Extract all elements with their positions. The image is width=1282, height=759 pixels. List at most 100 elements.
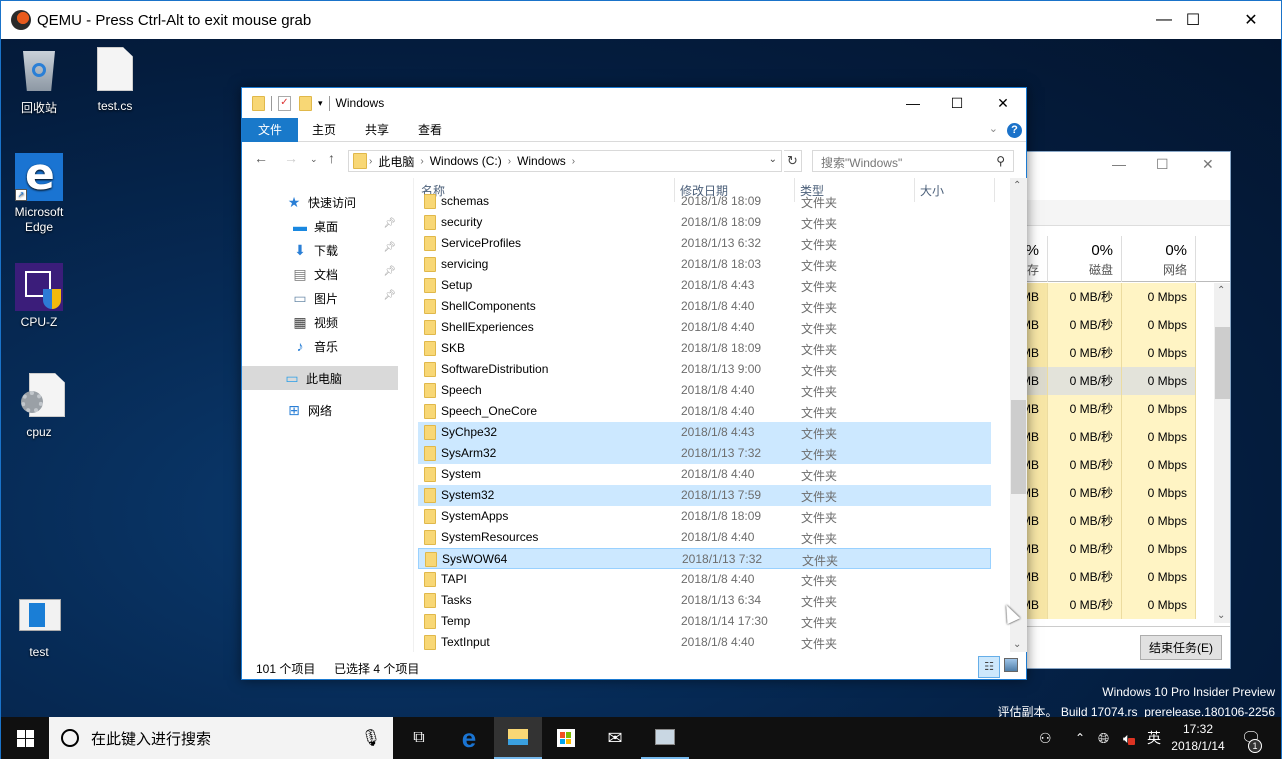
start-button[interactable] <box>1 717 49 759</box>
tm-minimize-button[interactable]: — <box>1112 156 1126 172</box>
sidebar-item[interactable]: ★ 快速访问 <box>242 190 398 214</box>
qemu-close-button[interactable]: ✕ <box>1222 1 1280 39</box>
tm-process-row[interactable]: MB 0 MB/秒 0 Mbps <box>1002 507 1214 535</box>
file-row[interactable]: schemas 2018/1/8 18:09 文件夹 <box>418 191 991 212</box>
help-icon[interactable]: ? <box>1007 123 1022 138</box>
customize-toolbar-icon[interactable]: ▾ <box>318 98 323 109</box>
tm-process-row[interactable]: MB 0 MB/秒 0 Mbps <box>1002 339 1214 367</box>
task-view-button[interactable]: ⧉ <box>395 717 443 759</box>
clock[interactable]: 17:32 2018/1/14 <box>1163 721 1233 755</box>
sidebar-item[interactable]: ▦ 视频 <box>242 310 398 334</box>
tm-scrollbar[interactable]: ⌃ ⌄ <box>1214 283 1230 623</box>
explorer-minimize-button[interactable]: — <box>890 88 936 118</box>
ime-indicator[interactable]: 英 <box>1147 717 1161 759</box>
tm-process-row[interactable]: MB 0 MB/秒 0 Mbps <box>1002 283 1214 311</box>
tm-process-row[interactable]: MB 0 MB/秒 0 Mbps <box>1002 563 1214 591</box>
sidebar-item[interactable]: ▭ 图片 📌︎ <box>242 286 398 310</box>
address-dropdown-icon[interactable]: ⌄ <box>769 154 777 165</box>
chevron-right-icon[interactable]: › <box>508 156 511 167</box>
explorer-maximize-button[interactable]: ☐ <box>934 88 980 118</box>
breadcrumb-drive[interactable]: Windows (C:) <box>430 154 502 168</box>
network-status-icon[interactable]: 🌐︎ <box>1098 717 1109 759</box>
sidebar-item[interactable]: ▭ 此电脑 <box>242 366 398 390</box>
sidebar-item[interactable]: ⬇ 下载 📌︎ <box>242 238 398 262</box>
breadcrumb-this-pc[interactable]: 此电脑 <box>378 153 414 170</box>
sidebar-item[interactable]: ▬ 桌面 📌︎ <box>242 214 398 238</box>
recent-locations-button[interactable]: ⌄ <box>310 154 318 165</box>
file-row[interactable]: SKB 2018/1/8 18:09 文件夹 <box>418 338 991 359</box>
desktop-icon-recycle-bin[interactable]: 回收站 <box>1 47 77 116</box>
tm-col-network[interactable]: 0% 网络 <box>1122 236 1196 282</box>
volume-muted-icon[interactable]: 🔈︎ <box>1123 717 1136 759</box>
file-row[interactable]: TextInput 2018/1/8 4:40 文件夹 <box>418 632 991 652</box>
file-row[interactable]: System 2018/1/8 4:40 文件夹 <box>418 464 991 485</box>
address-bar[interactable]: › 此电脑 › Windows (C:) › Windows › ⌄ <box>348 150 782 172</box>
file-row[interactable]: ServiceProfiles 2018/1/13 6:32 文件夹 <box>418 233 991 254</box>
taskbar-store[interactable] <box>542 717 590 759</box>
tm-col-disk[interactable]: 0% 磁盘 <box>1048 236 1122 282</box>
file-row[interactable]: Temp 2018/1/14 17:30 文件夹 <box>418 611 991 632</box>
file-row[interactable]: ShellComponents 2018/1/8 4:40 文件夹 <box>418 296 991 317</box>
tm-process-row[interactable]: MB 0 MB/秒 0 Mbps <box>1002 451 1214 479</box>
file-list-scrollbar[interactable]: ⌃ ⌄ <box>1010 178 1027 652</box>
tab-share[interactable]: 共享 <box>351 118 403 142</box>
tm-process-row[interactable]: MB 0 MB/秒 0 Mbps <box>1002 367 1214 395</box>
show-hidden-icons-button[interactable]: ⌃ <box>1075 717 1085 759</box>
file-row[interactable]: ShellExperiences 2018/1/8 4:40 文件夹 <box>418 317 991 338</box>
tm-process-row[interactable]: MB 0 MB/秒 0 Mbps <box>1002 423 1214 451</box>
tab-view[interactable]: 查看 <box>404 118 456 142</box>
task-manager-title-bar[interactable]: — ☐ ✕ <box>1002 152 1230 180</box>
desktop-icon-cpuz-config[interactable]: cpuz <box>1 373 77 439</box>
file-row[interactable]: Setup 2018/1/8 4:43 文件夹 <box>418 275 991 296</box>
file-row[interactable]: SyChpe32 2018/1/8 4:43 文件夹 <box>418 422 991 443</box>
sidebar-item[interactable]: ⊞ 网络 <box>242 398 398 422</box>
file-row[interactable]: Speech_OneCore 2018/1/8 4:40 文件夹 <box>418 401 991 422</box>
tm-process-row[interactable]: MB 0 MB/秒 0 Mbps <box>1002 479 1214 507</box>
taskbar-search-box[interactable]: 在此键入进行搜索 🎙︎ <box>49 717 393 759</box>
chevron-right-icon[interactable]: › <box>420 156 423 167</box>
tm-process-row[interactable]: MB 0 MB/秒 0 Mbps <box>1002 591 1214 619</box>
file-row[interactable]: SoftwareDistribution 2018/1/13 9:00 文件夹 <box>418 359 991 380</box>
search-icon[interactable]: ⚲ <box>996 154 1005 168</box>
taskbar-edge[interactable]: e <box>445 717 493 759</box>
desktop-icon-test-cs[interactable]: test.cs <box>77 47 153 113</box>
file-row[interactable]: security 2018/1/8 18:09 文件夹 <box>418 212 991 233</box>
pin-icon[interactable]: 📌︎ <box>383 218 396 229</box>
search-input[interactable]: 搜索"Windows" ⚲ <box>812 150 1014 172</box>
large-icons-view-button[interactable] <box>1004 658 1018 672</box>
forward-button[interactable]: → <box>284 150 298 166</box>
cortana-icon[interactable] <box>61 729 79 747</box>
action-center-icon[interactable]: 🗨︎ <box>1241 717 1261 759</box>
explorer-close-button[interactable]: ✕ <box>980 88 1026 118</box>
file-row[interactable]: TAPI 2018/1/8 4:40 文件夹 <box>418 569 991 590</box>
taskbar-task-manager[interactable] <box>641 717 689 759</box>
tm-close-button[interactable]: ✕ <box>1202 156 1214 173</box>
file-row[interactable]: servicing 2018/1/8 18:03 文件夹 <box>418 254 991 275</box>
refresh-button[interactable]: ↻ <box>784 150 802 172</box>
scroll-up-icon[interactable]: ⌃ <box>1013 180 1021 191</box>
chevron-right-icon[interactable]: › <box>369 156 372 167</box>
sidebar-item[interactable]: ▤ 文档 📌︎ <box>242 262 398 286</box>
up-button[interactable]: ↑ <box>328 150 335 166</box>
end-task-button[interactable]: 结束任务(E) <box>1140 635 1222 660</box>
tm-process-row[interactable]: MB 0 MB/秒 0 Mbps <box>1002 311 1214 339</box>
task-manager-window[interactable]: — ☐ ✕ 9% 内存 0% 磁盘 0% 网络 MB0 MB/秒0 MbpsMB… <box>1001 151 1231 669</box>
scroll-down-icon[interactable]: ⌄ <box>1217 610 1225 621</box>
tm-scroll-thumb[interactable] <box>1215 327 1230 399</box>
scroll-up-icon[interactable]: ⌃ <box>1217 285 1225 296</box>
qemu-maximize-button[interactable]: ☐ <box>1164 1 1222 39</box>
file-row[interactable]: SystemResources 2018/1/8 4:40 文件夹 <box>418 527 991 548</box>
breadcrumb-windows[interactable]: Windows <box>517 154 566 168</box>
tm-process-row[interactable]: MB 0 MB/秒 0 Mbps <box>1002 395 1214 423</box>
file-row[interactable]: System32 2018/1/13 7:59 文件夹 <box>418 485 991 506</box>
microphone-icon[interactable]: 🎙︎ <box>361 728 381 748</box>
pin-icon[interactable]: 📌︎ <box>383 242 396 253</box>
new-folder-icon[interactable] <box>299 95 312 111</box>
file-row[interactable]: SysWOW64 2018/1/13 7:32 文件夹 <box>418 548 991 569</box>
people-icon[interactable]: ⚇ <box>1039 717 1052 759</box>
explorer-title-bar[interactable]: ✓ ▾ Windows — ☐ ✕ <box>242 88 1026 118</box>
tm-maximize-button[interactable]: ☐ <box>1156 156 1169 173</box>
file-row[interactable]: Tasks 2018/1/13 6:34 文件夹 <box>418 590 991 611</box>
desktop-icon-edge[interactable]: e ↗ Microsoft Edge <box>1 149 77 235</box>
tm-process-row[interactable]: MB 0 MB/秒 0 Mbps <box>1002 535 1214 563</box>
